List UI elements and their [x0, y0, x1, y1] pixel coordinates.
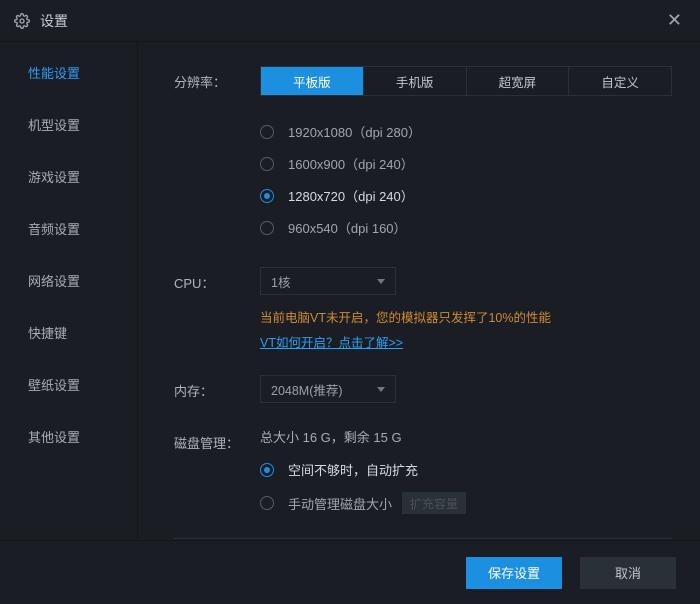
resolution-option-3[interactable]: 960x540（dpi 160） — [260, 218, 672, 237]
resolution-tab-2[interactable]: 超宽屏 — [466, 67, 569, 95]
disk-row: 磁盘管理： 总大小 16 G，剩余 15 G 空间不够时，自动扩充手动管理磁盘大… — [174, 427, 672, 514]
sidebar-item-label: 游戏设置 — [28, 167, 80, 186]
sidebar-item-6[interactable]: 壁纸设置 — [0, 358, 137, 410]
memory-row: 内存： 2048M(推荐) — [174, 375, 672, 403]
sidebar: 性能设置机型设置游戏设置音频设置网络设置快捷键壁纸设置其他设置 — [0, 42, 138, 540]
sidebar-item-7[interactable]: 其他设置 — [0, 410, 137, 462]
sidebar-item-label: 壁纸设置 — [28, 375, 80, 394]
sidebar-item-label: 性能设置 — [28, 63, 80, 82]
sidebar-item-3[interactable]: 音频设置 — [0, 202, 137, 254]
radio-icon — [260, 189, 274, 203]
resolution-row: 分辨率： 平板版手机版超宽屏自定义 1920x1080（dpi 280） 1600… — [174, 66, 672, 237]
sidebar-item-label: 快捷键 — [28, 323, 67, 342]
resolution-tabs: 平板版手机版超宽屏自定义 — [260, 66, 672, 96]
radio-label: 1600x900（dpi 240） — [288, 154, 414, 173]
disk-option-1[interactable]: 手动管理磁盘大小扩充容量 — [260, 492, 672, 514]
memory-value: 2048M(推荐) — [271, 380, 343, 399]
sidebar-item-0[interactable]: 性能设置 — [0, 46, 137, 98]
titlebar: 设置 ✕ — [0, 0, 700, 42]
cpu-row: CPU： 1核 当前电脑VT未开启，您的模拟器只发挥了10%的性能 VT如何开启… — [174, 267, 672, 351]
close-icon[interactable]: ✕ — [663, 6, 686, 35]
sidebar-item-2[interactable]: 游戏设置 — [0, 150, 137, 202]
chevron-down-icon — [377, 279, 385, 284]
resolution-tab-3[interactable]: 自定义 — [568, 67, 671, 95]
radio-label: 1280x720（dpi 240） — [288, 186, 414, 205]
disk-option-0[interactable]: 空间不够时，自动扩充 — [260, 460, 672, 479]
radio-label: 手动管理磁盘大小 — [288, 494, 392, 513]
disk-options: 空间不够时，自动扩充手动管理磁盘大小扩充容量 — [260, 460, 672, 514]
sidebar-item-5[interactable]: 快捷键 — [0, 306, 137, 358]
resolution-option-1[interactable]: 1600x900（dpi 240） — [260, 154, 672, 173]
cpu-select[interactable]: 1核 — [260, 267, 396, 295]
resolution-option-2[interactable]: 1280x720（dpi 240） — [260, 186, 672, 205]
resolution-option-0[interactable]: 1920x1080（dpi 280） — [260, 122, 672, 141]
radio-label: 1920x1080（dpi 280） — [288, 122, 421, 141]
radio-label: 空间不够时，自动扩充 — [288, 460, 418, 479]
radio-icon — [260, 463, 274, 477]
radio-icon — [260, 157, 274, 171]
cpu-warning: 当前电脑VT未开启，您的模拟器只发挥了10%的性能 — [260, 307, 672, 326]
vt-help-link[interactable]: VT如何开启？点击了解>> — [260, 332, 403, 351]
resolution-options: 1920x1080（dpi 280） 1600x900（dpi 240） 1280x… — [260, 122, 672, 237]
sidebar-item-label: 其他设置 — [28, 427, 80, 446]
radio-icon — [260, 496, 274, 510]
gear-icon — [14, 13, 30, 29]
resolution-label: 分辨率： — [174, 66, 260, 91]
save-button[interactable]: 保存设置 — [466, 557, 562, 589]
sidebar-item-4[interactable]: 网络设置 — [0, 254, 137, 306]
chevron-down-icon — [377, 387, 385, 392]
disk-label: 磁盘管理： — [174, 427, 260, 452]
resolution-tab-1[interactable]: 手机版 — [363, 67, 466, 95]
radio-icon — [260, 221, 274, 235]
content: 分辨率： 平板版手机版超宽屏自定义 1920x1080（dpi 280） 1600… — [138, 42, 700, 540]
expand-capacity-button: 扩充容量 — [402, 492, 466, 514]
cpu-value: 1核 — [271, 272, 290, 291]
memory-label: 内存： — [174, 375, 260, 400]
window-title: 设置 — [40, 11, 68, 31]
radio-label: 960x540（dpi 160） — [288, 218, 407, 237]
resolution-tab-0[interactable]: 平板版 — [261, 67, 363, 95]
sidebar-item-label: 音频设置 — [28, 219, 80, 238]
footer: 保存设置 取消 — [0, 540, 700, 604]
cancel-button[interactable]: 取消 — [580, 557, 676, 589]
sidebar-item-label: 机型设置 — [28, 115, 80, 134]
cpu-label: CPU： — [174, 267, 260, 292]
disk-summary: 总大小 16 G，剩余 15 G — [260, 427, 672, 446]
radio-icon — [260, 125, 274, 139]
sidebar-item-1[interactable]: 机型设置 — [0, 98, 137, 150]
memory-select[interactable]: 2048M(推荐) — [260, 375, 396, 403]
sidebar-item-label: 网络设置 — [28, 271, 80, 290]
